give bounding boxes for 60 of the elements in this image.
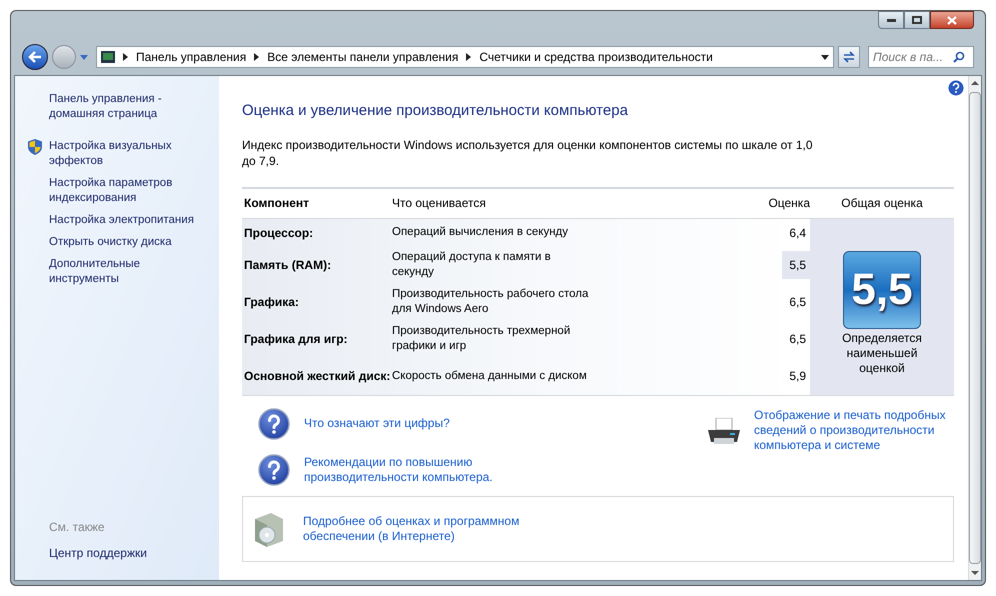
column-header: Компонент [243,195,310,212]
measure-cell-text: Производительность трехмерной графики и игр [392,324,572,354]
breadcrumb-item[interactable]: Счетчики и средства производительности [479,48,713,66]
sidebar-link[interactable]: Настройка электропитания [49,213,211,228]
chevron-right-icon [123,53,128,61]
measure-cell-text: Операций вычисления в секунду [392,225,570,240]
back-arrow-icon [28,51,42,63]
help-link[interactable]: Рекомендации по повышению производительности компьютера. [304,454,524,484]
component-cell-text: Память (RAM): [243,257,332,274]
column-header: Что оценивается [392,195,487,212]
see-also-heading: См. также [49,519,106,536]
chevron-right-icon [466,53,472,61]
maximize-button[interactable] [904,11,930,29]
control-panel-icon [101,51,115,63]
sidebar-link[interactable]: Центр поддержки [49,544,211,562]
dropdown-arrow-icon [80,54,88,60]
breadcrumb-item[interactable]: Все элементы панели управления [267,48,458,66]
sidebar-link[interactable]: Настройка визуальных эффектов [49,139,211,169]
sidebar-link[interactable]: Настройка параметров индексирования [49,176,211,206]
measure-cell-text: Производительность рабочего стола для Windows Aero [392,287,590,317]
question-icon [258,454,290,486]
column-header: Общая оценка [840,195,924,212]
component-cell-text: Процессор: [243,224,314,242]
search-input[interactable]: Поиск в па... [873,48,953,66]
minimize-button[interactable] [878,11,904,29]
score-cell-text: 6,5 [788,294,807,311]
score-cell-text: 6,4 [788,224,807,242]
score-cell: 5,5 [782,251,810,279]
description: Индекс производительности Windows используется для оценки компонентов системы по шкале от 1,0 до 7,9. [242,136,814,168]
question-icon [258,408,290,440]
help-link[interactable]: Что означают эти цифры? [304,416,524,431]
dropdown-arrow-icon [821,54,829,60]
component-cell-text: Графика для игр: [243,331,349,348]
refresh-icon [842,51,856,63]
column-header: Оценка [767,195,810,212]
search-field[interactable]: Поиск в па... [868,46,974,68]
measure-cell-text: Операций доступа к памяти в секунду [392,250,552,280]
print-details-link[interactable]: Отображение и печать подробных сведений о производительности компьютера и системе [754,408,954,452]
breadcrumb-item[interactable]: Панель управления [136,48,246,66]
help-icon[interactable] [948,80,964,96]
component-cell-text: Основной жесткий диск: [243,368,392,385]
sidebar-link[interactable]: Дополнительные инструменты [49,257,211,287]
score-cell-text: 6,5 [788,331,807,348]
close-button[interactable] [930,11,974,29]
component-cell-text: Графика: [243,294,300,311]
back-button[interactable] [22,44,48,70]
online-info-link[interactable]: Подробнее об оценках и программном обеспечении (в Интернете) [303,514,543,544]
close-icon [947,16,957,24]
refresh-button[interactable] [838,46,860,68]
address-bar[interactable]: Панель управления Все элементы панели управления Счетчики и средства производительности [96,46,834,68]
search-icon [953,51,965,63]
sidebar-link[interactable]: Панель управления - домашняя страница [49,92,211,122]
page-title: Оценка и увеличение производительности компьютера [242,101,629,121]
chevron-right-icon [254,53,260,61]
score-cell-text: 5,9 [788,368,807,385]
sidebar-link[interactable]: Открыть очистку диска [49,235,211,250]
base-score-badge: 5,5 [843,250,921,328]
base-score-caption: Определяется наименьшей оценкой [841,330,923,376]
measure-cell-text: Скорость обмена данными с диском [392,368,588,384]
shield-icon [28,139,42,155]
